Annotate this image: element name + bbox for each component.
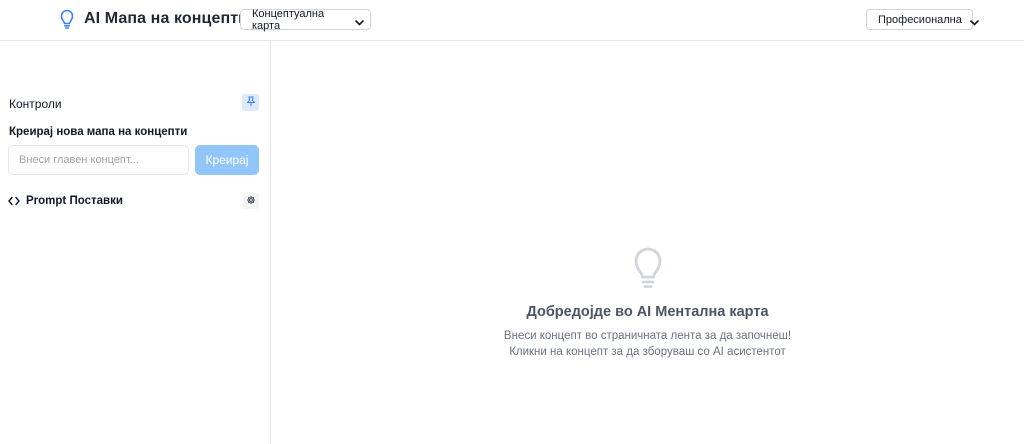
welcome-title: Добредојде во AI Ментална карта <box>526 304 769 320</box>
map-type-select[interactable]: Концептуална карта <box>240 7 371 32</box>
sidebar: Контроли Креирај нова мапа на концепти К… <box>0 41 271 444</box>
prompt-settings-button[interactable] <box>243 193 259 209</box>
welcome-instruction-2: Кликни на концепт за да зборуваш со AI а… <box>509 346 786 358</box>
lightbulb-icon <box>60 9 76 29</box>
code-icon <box>8 196 20 206</box>
sidebar-title: Контроли <box>9 97 62 111</box>
top-bar: AI Мапа на концепти Концептуална карта П… <box>0 0 1024 41</box>
mode-select[interactable]: Професионална <box>866 9 979 30</box>
app-window: AI Мапа на концепти Концептуална карта П… <box>0 0 1024 444</box>
prompt-settings-row[interactable]: Prompt Поставки <box>8 192 259 210</box>
concept-input[interactable] <box>8 145 189 175</box>
empty-state: Добредојде во AI Ментална карта Внеси ко… <box>271 247 1024 360</box>
chevron-down-icon <box>355 17 364 26</box>
app-title: AI Мапа на концепти <box>84 10 249 27</box>
gear-icon <box>246 192 256 210</box>
chevron-down-icon <box>970 17 979 26</box>
mindmap-canvas[interactable]: Добредојде во AI Ментална карта Внеси ко… <box>271 41 1024 444</box>
lightbulb-icon <box>633 247 663 289</box>
brand: AI Мапа на концепти <box>60 9 248 29</box>
welcome-instruction-1: Внеси концепт во страничната лента за да… <box>503 330 792 342</box>
create-map-label: Креирај нова мапа на концепти <box>9 126 188 138</box>
pin-sidebar-button[interactable] <box>242 94 259 111</box>
map-type-selected-value: Концептуална карта <box>252 7 325 32</box>
create-button[interactable]: Креирај <box>195 145 259 175</box>
prompt-settings-label: Prompt Поставки <box>26 195 123 207</box>
pin-icon <box>246 94 256 112</box>
mode-selected-value: Професионална <box>878 13 962 26</box>
main-area: Контроли Креирај нова мапа на концепти К… <box>0 41 1024 444</box>
